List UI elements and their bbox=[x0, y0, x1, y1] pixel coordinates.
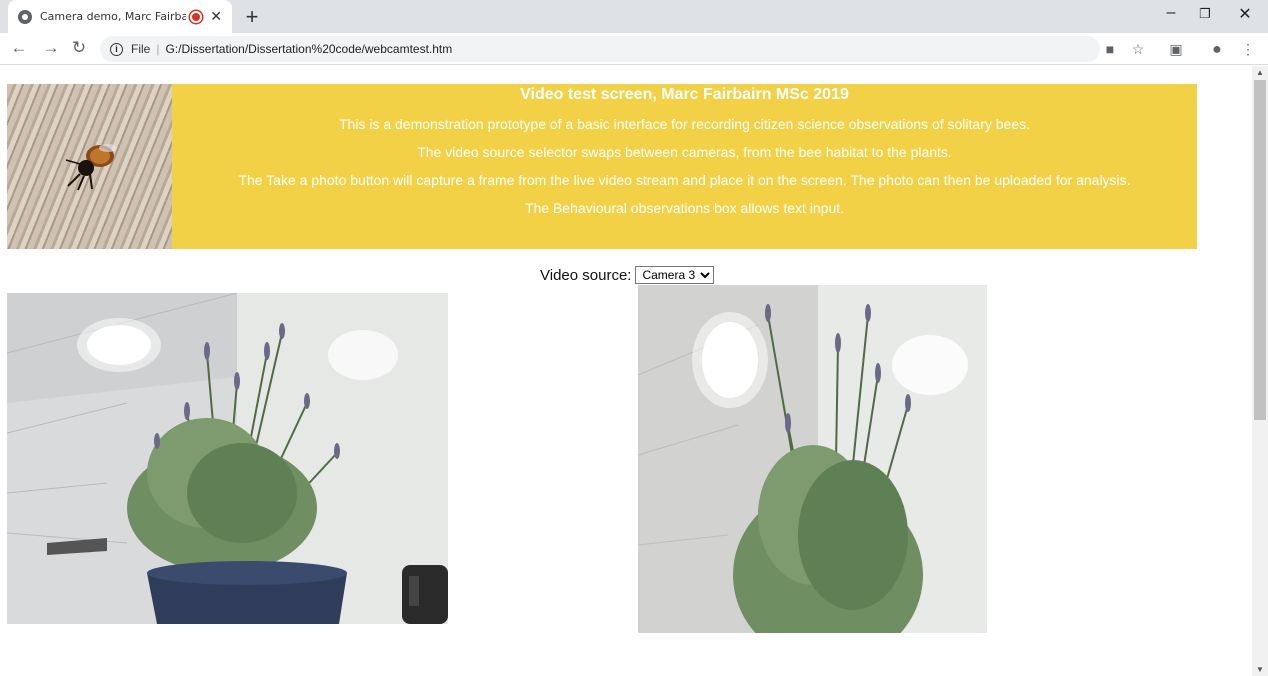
scroll-up-arrow-icon[interactable]: ▲ bbox=[1256, 68, 1264, 77]
restore-button[interactable]: ❐ bbox=[1190, 6, 1220, 22]
browser-tab[interactable]: Camera demo, Marc Fairbairn ✕ bbox=[8, 0, 232, 33]
url-scheme-label: File bbox=[131, 42, 151, 56]
scrollbar-thumb[interactable] bbox=[1254, 80, 1266, 420]
url-separator: | bbox=[156, 42, 160, 56]
header-banner: Video test screen, Marc Fairbairn MSc 20… bbox=[7, 84, 1197, 249]
back-button[interactable]: ← bbox=[8, 38, 30, 58]
vertical-scrollbar[interactable]: ▲ ▼ bbox=[1252, 66, 1268, 676]
captured-photo bbox=[638, 285, 987, 633]
close-window-button[interactable]: ✕ bbox=[1230, 4, 1260, 24]
profile-avatar-icon[interactable]: ● bbox=[1207, 41, 1227, 59]
close-tab-icon[interactable]: ✕ bbox=[210, 8, 222, 25]
new-tab-button[interactable]: + bbox=[240, 4, 264, 30]
info-icon[interactable]: i bbox=[110, 42, 123, 56]
banner-line-2: The video source selector swaps between … bbox=[417, 144, 952, 160]
page-title: Video test screen, Marc Fairbairn MSc 20… bbox=[520, 86, 849, 103]
forward-button[interactable]: → bbox=[40, 38, 62, 58]
banner-line-4: The Behavioural observations box allows … bbox=[524, 200, 845, 216]
banner-line-3: The Take a photo button will capture a f… bbox=[238, 172, 1131, 188]
banner-line-1: This is a demonstration prototype of a b… bbox=[338, 116, 1030, 132]
address-bar[interactable]: i File | G:/Dissertation/Dissertation%20… bbox=[100, 36, 1100, 62]
browser-toolbar: ← → ↻ i File | G:/Dissertation/Dissertat… bbox=[0, 33, 1268, 65]
tab-title: Camera demo, Marc Fairbairn bbox=[40, 10, 187, 23]
extension-icon[interactable]: ▣ bbox=[1166, 41, 1186, 58]
menu-dots-icon[interactable]: ⋮ bbox=[1238, 41, 1258, 58]
reload-button[interactable]: ↻ bbox=[68, 38, 90, 58]
recording-icon bbox=[190, 10, 203, 23]
scroll-down-arrow-icon[interactable]: ▼ bbox=[1256, 665, 1264, 674]
tab-strip: Camera demo, Marc Fairbairn ✕ + – ❐ ✕ bbox=[0, 0, 1268, 33]
page-viewport: Video test screen, Marc Fairbairn MSc 20… bbox=[0, 66, 1252, 676]
video-source-label: Video source: bbox=[540, 266, 632, 284]
live-video-feed bbox=[7, 293, 448, 624]
minimize-button[interactable]: – bbox=[1156, 4, 1186, 22]
camera-in-use-icon[interactable]: ■ bbox=[1100, 41, 1120, 57]
bee-photo bbox=[7, 84, 172, 249]
video-source-control: Video source: Camera 3 bbox=[540, 266, 715, 284]
bee-icon bbox=[65, 144, 117, 191]
banner-text-block: Video test screen, Marc Fairbairn MSc 20… bbox=[172, 84, 1197, 216]
bookmark-star-icon[interactable]: ☆ bbox=[1128, 41, 1148, 58]
url-text: G:/Dissertation/Dissertation%20code/webc… bbox=[165, 42, 453, 56]
globe-icon bbox=[18, 9, 32, 24]
video-source-select[interactable]: Camera 3 bbox=[635, 266, 715, 284]
